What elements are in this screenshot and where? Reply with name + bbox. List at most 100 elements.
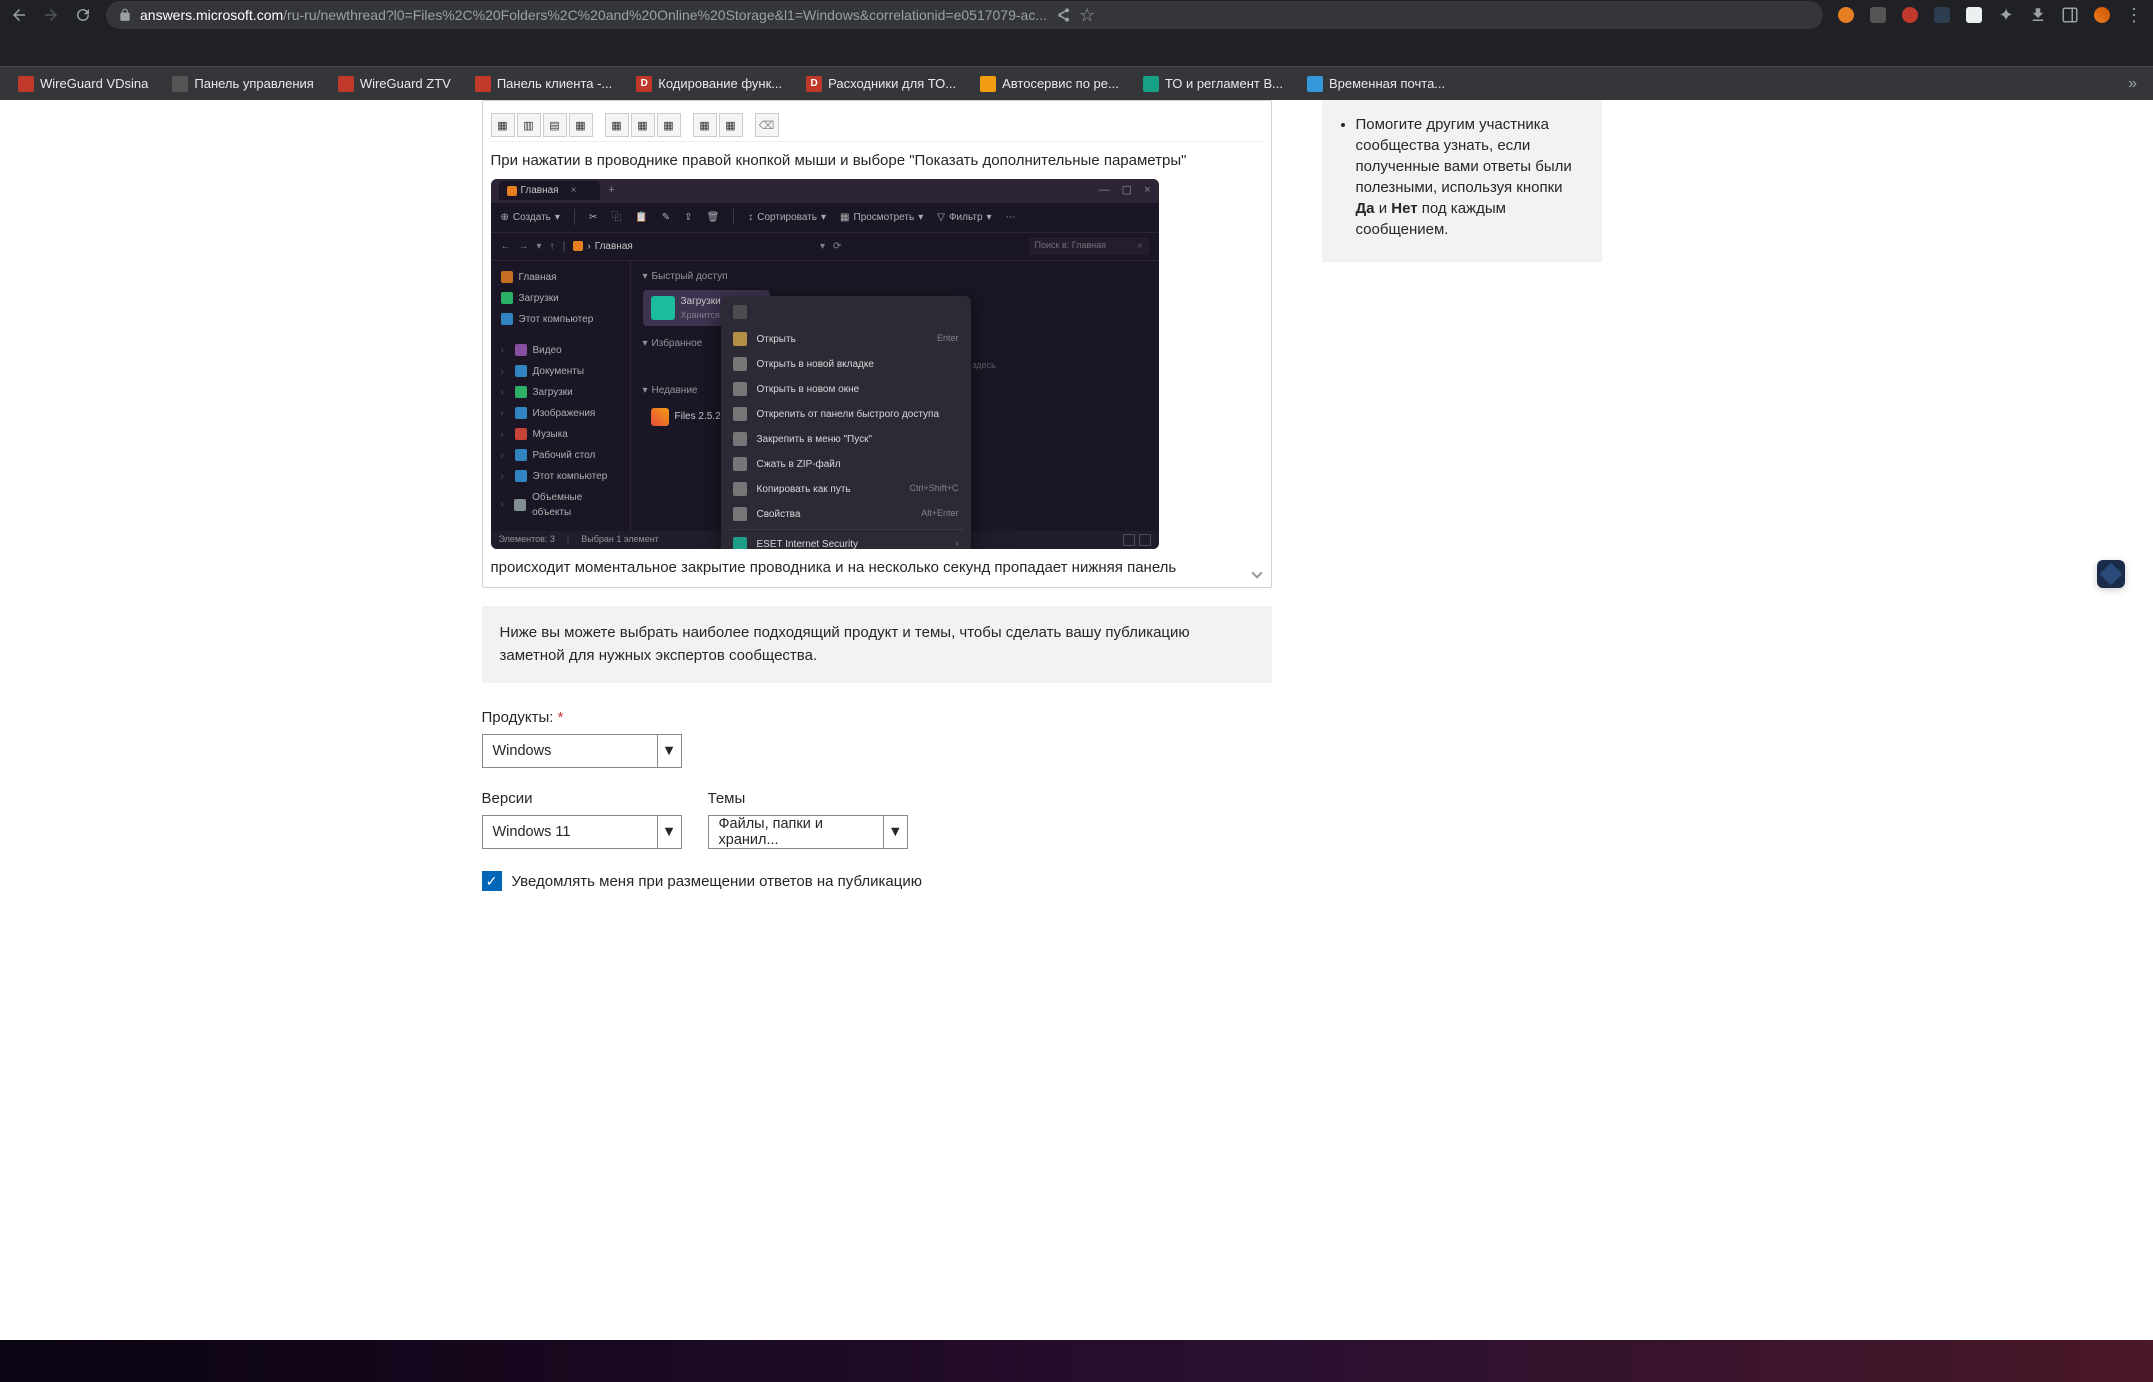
tb-table-1[interactable]: ▦ xyxy=(491,113,515,137)
es-sidebar-item: ›Документы xyxy=(491,361,630,382)
tb-table-2[interactable]: ▥ xyxy=(517,113,541,137)
tb-table-9[interactable]: ▦ xyxy=(719,113,743,137)
chevron-down-icon: ▾ xyxy=(820,239,825,254)
home-icon xyxy=(573,241,583,251)
close-icon: × xyxy=(571,183,577,198)
star-icon[interactable]: ☆ xyxy=(1079,5,1095,26)
bookmark-item[interactable]: WireGuard VDsina xyxy=(8,72,158,96)
es-search: Поиск в: Главная⌕ xyxy=(1029,237,1149,255)
es-view: ▦ Просмотреть ▾ xyxy=(840,210,923,225)
back-button[interactable] xyxy=(10,6,28,24)
address-bar[interactable]: answers.microsoft.com/ru-ru/newthread?l0… xyxy=(106,1,1823,29)
back-icon: ← xyxy=(501,239,511,254)
info-box: Ниже вы можете выбрать наиболее подходящ… xyxy=(482,606,1272,683)
tb-table-5[interactable]: ▦ xyxy=(605,113,629,137)
chevron-down-icon: ▾ xyxy=(537,239,542,254)
resize-handle[interactable] xyxy=(1249,565,1261,577)
editor-text-after: происходит моментальное закрытие проводн… xyxy=(491,557,1263,580)
browser-chrome: answers.microsoft.com/ru-ru/newthread?l0… xyxy=(0,0,2153,66)
ext-icon-red[interactable] xyxy=(1901,6,1919,24)
forward-button[interactable] xyxy=(42,6,60,24)
bookmark-item[interactable]: DРасходники для ТО... xyxy=(796,72,966,96)
embedded-screenshot: Главная × + —▢× ⊕ Создать ▾ ✂ ⿻ 📋 ✎ ⇪ 🗑 … xyxy=(491,179,1159,549)
ctx-item: ОткрытьEnter xyxy=(721,327,971,352)
es-quick-access: ▾ Быстрый доступ xyxy=(643,269,1147,284)
versions-select[interactable]: Windows 11 ▼ xyxy=(482,815,682,849)
es-sidebar-item: ›Видео xyxy=(491,340,630,361)
url-text: answers.microsoft.com/ru-ru/newthread?l0… xyxy=(140,7,1047,23)
ctx-header-icon xyxy=(721,300,971,327)
chevron-down-icon: ▼ xyxy=(883,816,906,848)
es-tab: Главная × xyxy=(499,181,601,200)
es-sidebar-item: Загрузки xyxy=(491,288,630,309)
toolbar-icons: ✦ ⋮ xyxy=(1837,6,2143,24)
bookmark-item[interactable]: WireGuard ZTV xyxy=(328,72,461,96)
notify-checkbox-row[interactable]: ✓ Уведомлять меня при размещении ответов… xyxy=(482,871,1272,891)
bookmark-item[interactable]: ТО и регламент В... xyxy=(1133,72,1293,96)
bookmarks-overflow[interactable]: » xyxy=(2120,71,2145,97)
tb-table-4[interactable]: ▦ xyxy=(569,113,593,137)
paste-icon: 📋 xyxy=(635,210,647,225)
up-icon: ↑ xyxy=(550,239,555,254)
taskbar xyxy=(0,1340,2153,1382)
es-tab-label: Главная xyxy=(521,183,559,198)
es-sidebar-item: ›Музыка xyxy=(491,424,630,445)
share-icon[interactable] xyxy=(1055,7,1071,23)
products-label: Продукты: * xyxy=(482,709,1272,726)
bookmark-item[interactable]: Автосервис по ре... xyxy=(970,72,1129,96)
panel-icon[interactable] xyxy=(2061,6,2079,24)
editor-toolbar: ▦ ▥ ▤ ▦ ▦ ▦ ▦ ▦ ▦ ⌫ xyxy=(491,109,1263,142)
ctx-item: ESET Internet Security› xyxy=(721,532,971,549)
es-addressbar: ← → ▾ ↑ | › Главная ▾ ⟳ Поиск в: Главная… xyxy=(491,233,1159,261)
profile-icon[interactable] xyxy=(2093,6,2111,24)
ext-icon-grid[interactable] xyxy=(1869,6,1887,24)
notify-label: Уведомлять меня при размещении ответов н… xyxy=(512,873,922,890)
page-content: ▦ ▥ ▤ ▦ ▦ ▦ ▦ ▦ ▦ ⌫ При нажатии в провод… xyxy=(0,100,2153,1382)
es-dropzone: здесь xyxy=(973,359,1147,373)
tb-table-7[interactable]: ▦ xyxy=(657,113,681,137)
menu-icon[interactable]: ⋮ xyxy=(2125,6,2143,24)
ext-icon-shield[interactable] xyxy=(1837,6,1855,24)
ctx-item: Открыть в новой вкладке xyxy=(721,352,971,377)
help-float-button[interactable] xyxy=(2097,560,2125,588)
bookmark-item[interactable]: Панель клиента -... xyxy=(465,72,622,96)
share-icon: ⇪ xyxy=(684,210,692,225)
home-icon xyxy=(507,186,517,196)
extensions-icon[interactable]: ✦ xyxy=(1997,6,2015,24)
tb-eraser[interactable]: ⌫ xyxy=(755,113,779,137)
es-filter: ▽ Фильтр ▾ xyxy=(937,210,991,225)
ext-icon-s[interactable] xyxy=(1965,6,1983,24)
tb-table-8[interactable]: ▦ xyxy=(693,113,717,137)
tb-table-3[interactable]: ▤ xyxy=(543,113,567,137)
ctx-item: Копировать как путьCtrl+Shift+C xyxy=(721,477,971,502)
editor-body[interactable]: При нажатии в проводнике правой кнопкой … xyxy=(491,150,1263,579)
es-create: ⊕ Создать ▾ xyxy=(501,210,560,225)
products-select[interactable]: Windows ▼ xyxy=(482,734,682,768)
es-sidebar-item: Этот компьютер xyxy=(491,309,630,330)
refresh-icon: ⟳ xyxy=(833,239,841,254)
ctx-item: СвойстваAlt+Enter xyxy=(721,502,971,527)
es-sidebar-item: ›Загрузки xyxy=(491,382,630,403)
rename-icon: ✎ xyxy=(662,210,670,225)
es-sidebar-item: ›Объемные объекты xyxy=(491,487,630,523)
bookmarks-bar: WireGuard VDsinaПанель управленияWireGua… xyxy=(0,66,2153,100)
es-sidebar-item: ›Изображения xyxy=(491,403,630,424)
reload-button[interactable] xyxy=(74,6,92,24)
ctx-item: Открепить от панели быстрого доступа xyxy=(721,402,971,427)
versions-label: Версии xyxy=(482,790,682,807)
topics-select[interactable]: Файлы, папки и хранил... ▼ xyxy=(708,815,908,849)
search-icon: ⌕ xyxy=(1137,239,1142,253)
ext-icon-blue[interactable] xyxy=(1933,6,1951,24)
es-titlebar: Главная × + —▢× xyxy=(491,179,1159,203)
bookmark-item[interactable]: Панель управления xyxy=(162,72,323,96)
bookmark-item[interactable]: DКодирование функ... xyxy=(626,72,792,96)
bookmark-item[interactable]: Временная почта... xyxy=(1297,72,1455,96)
tb-table-6[interactable]: ▦ xyxy=(631,113,655,137)
es-sidebar: ГлавнаяЗагрузкиЭтот компьютер›Видео›Доку… xyxy=(491,261,631,531)
downloads-icon[interactable] xyxy=(2029,6,2047,24)
lock-icon xyxy=(118,8,132,22)
topics-label: Темы xyxy=(708,790,908,807)
notify-checkbox[interactable]: ✓ xyxy=(482,871,502,891)
view-mode-icons xyxy=(1123,534,1151,546)
cut-icon: ✂ xyxy=(589,210,597,225)
